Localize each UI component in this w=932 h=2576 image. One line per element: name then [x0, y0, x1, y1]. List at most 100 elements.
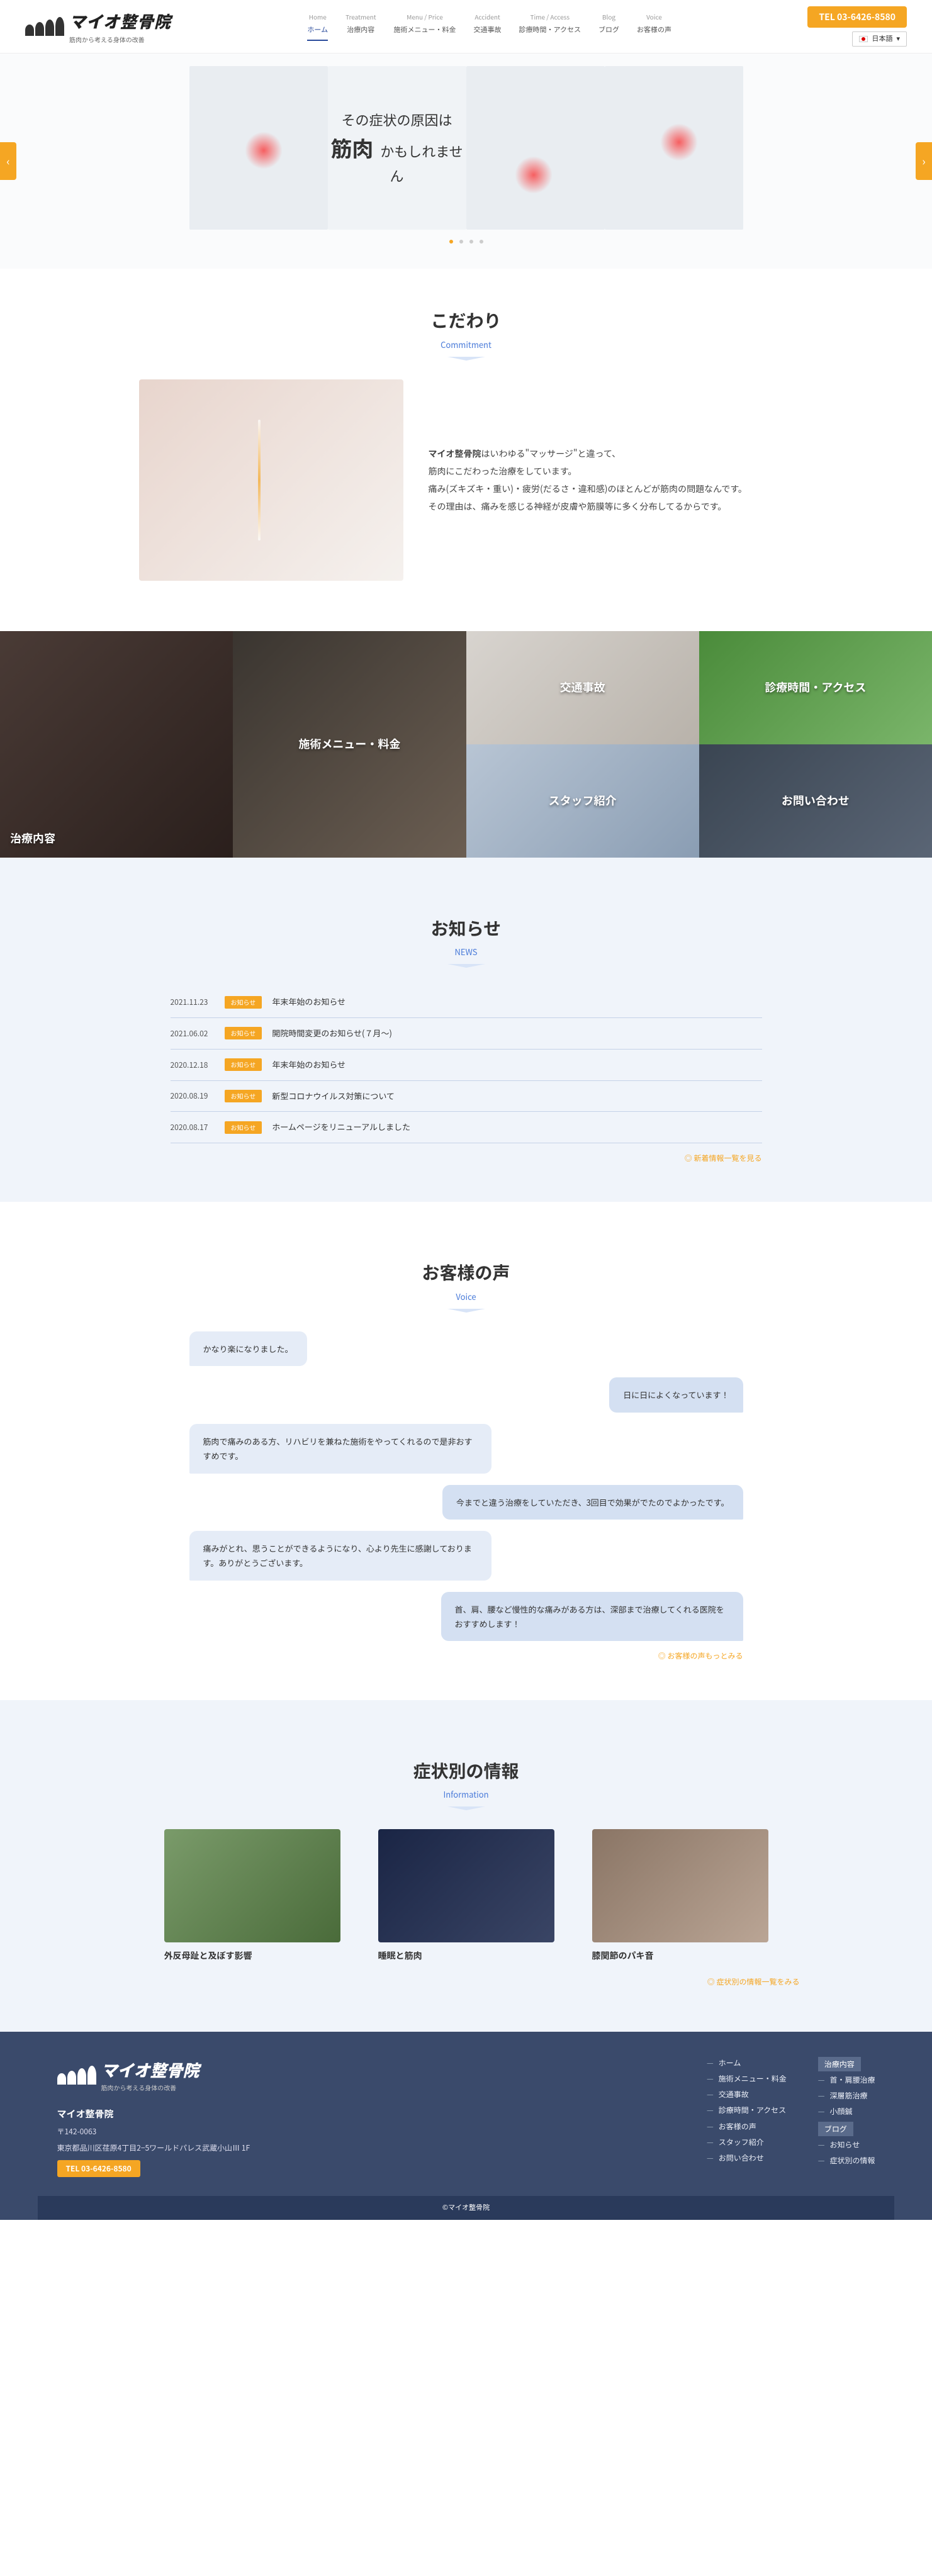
- news-item[interactable]: 2021.11.23 お知らせ 年末年始のお知らせ: [171, 987, 762, 1018]
- nav-menu-price[interactable]: Menu / Price施術メニュー・料金: [394, 12, 456, 41]
- footer-link[interactable]: 交通事故: [707, 2088, 787, 2100]
- news-more-link[interactable]: 新着情報一覧を見る: [693, 1153, 761, 1163]
- footer-heading: 治療内容: [818, 2057, 861, 2071]
- section-heading-en: NEWS: [0, 946, 932, 959]
- footer-link[interactable]: スタッフ紹介: [707, 2136, 787, 2148]
- news-item[interactable]: 2020.08.17 お知らせ ホームページをリニューアルしました: [171, 1112, 762, 1143]
- hero-image-knee: [189, 66, 328, 230]
- section-heading: お知らせ: [0, 914, 932, 943]
- nav-time-access[interactable]: Time / Access診療時間・アクセス: [519, 12, 581, 41]
- logo[interactable]: マイオ整骨院 筋肉から考える身体の改善: [25, 8, 171, 45]
- footer-zip: 〒142-0063: [57, 2125, 682, 2137]
- main-nav: Homeホーム Treatment治療内容 Menu / Price施術メニュー…: [307, 12, 671, 41]
- header-right: TEL 03-6426-8580 日本語 ▾: [807, 6, 907, 47]
- voice-bubble: 痛みがとれ、思うことができるようになり、心より先生に感謝しております。ありがとう…: [189, 1531, 491, 1581]
- hero-dot[interactable]: [459, 240, 463, 244]
- news-tag: お知らせ: [225, 1121, 262, 1134]
- info-card[interactable]: 膝関節のパキ音: [592, 1829, 768, 1963]
- nav-blog[interactable]: Blogブログ: [598, 12, 619, 41]
- commitment-title: こだわり Commitment: [0, 269, 932, 379]
- hero-dot[interactable]: [469, 240, 473, 244]
- info-card[interactable]: 外反母趾と及ぼす影響: [164, 1829, 340, 1963]
- footer-link[interactable]: 深層筋治療: [818, 2090, 875, 2102]
- language-select[interactable]: 日本語 ▾: [852, 31, 907, 47]
- voice-bubble: 日に日によくなっています！: [609, 1377, 743, 1412]
- logo-evolution-icon: [57, 2066, 96, 2085]
- copyright: ©マイオ整骨院: [38, 2196, 894, 2220]
- flag-japan-icon: [859, 36, 868, 42]
- footer-link[interactable]: 小顔鍼: [818, 2105, 875, 2117]
- footer-link[interactable]: 施術メニュー・料金: [707, 2073, 787, 2085]
- info-card-title: 睡眠と筋肉: [378, 1949, 554, 1963]
- news-section: お知らせ NEWS 2021.11.23 お知らせ 年末年始のお知らせ2021.…: [0, 858, 932, 1202]
- news-item[interactable]: 2020.08.19 お知らせ 新型コロナウイルス対策について: [171, 1081, 762, 1112]
- news-tag: お知らせ: [225, 996, 262, 1009]
- hero-image-back: [466, 66, 605, 230]
- footer-address: 東京都品川区荏原4丁目2−5ワールドパレス武蔵小山Ⅲ 1F: [57, 2142, 682, 2154]
- info-card-title: 外反母趾と及ぼす影響: [164, 1949, 340, 1963]
- commitment-text: マイオ整骨院はいわゆる"マッサージ"と違って、 筋肉にこだわった治療をしています…: [429, 445, 794, 515]
- nav-accident[interactable]: Accident交通事故: [474, 12, 502, 41]
- section-heading-en: Voice: [0, 1291, 932, 1304]
- footer-link[interactable]: お客様の声: [707, 2120, 787, 2132]
- footer-link[interactable]: お問い合わせ: [707, 2152, 787, 2164]
- header: マイオ整骨院 筋肉から考える身体の改善 Homeホーム Treatment治療内…: [0, 0, 932, 53]
- info-section: 症状別の情報 Information 外反母趾と及ぼす影響 睡眠と筋肉 膝関節の…: [0, 1700, 932, 2032]
- news-item[interactable]: 2021.06.02 お知らせ 開院時間変更のお知らせ(７月〜): [171, 1018, 762, 1050]
- nav-home[interactable]: Homeホーム: [307, 12, 328, 41]
- hero-dot[interactable]: [480, 240, 483, 244]
- info-card-image: [164, 1829, 340, 1942]
- section-heading: こだわり: [0, 306, 932, 335]
- hero-dot[interactable]: [449, 240, 453, 244]
- footer-tel-button[interactable]: TEL 03-6426-8580: [57, 2160, 140, 2177]
- footer-link[interactable]: 首・肩腰治療: [818, 2074, 875, 2086]
- feature-time-access[interactable]: 診療時間・アクセス: [699, 631, 932, 744]
- hero-caption: その症状の原因は 筋肉 かもしれません: [328, 66, 466, 230]
- footer-link[interactable]: お知らせ: [818, 2139, 875, 2151]
- info-more-link[interactable]: 症状別の情報一覧をみる: [716, 1976, 799, 1987]
- voice-bubble: 今までと違う治療をしていただき、3回目で効果がでたのでよかったです。: [442, 1485, 743, 1520]
- logo-evolution-icon: [25, 17, 64, 36]
- news-tag: お知らせ: [225, 1058, 262, 1071]
- voice-bubble: 首、肩、腰など慢性的な痛みがある方は、深部まで治療してくれる医院をおすすめします…: [441, 1592, 743, 1642]
- news-date: 2020.08.17: [171, 1121, 215, 1133]
- feature-grid: 治療内容 施術メニュー・料金 交通事故 診療時間・アクセス スタッフ紹介 お問い…: [0, 631, 932, 858]
- language-label: 日本語: [872, 33, 892, 45]
- feature-contact[interactable]: お問い合わせ: [699, 744, 932, 858]
- voice-bubble: かなり楽になりました。: [189, 1331, 307, 1366]
- nav-treatment[interactable]: Treatment治療内容: [345, 12, 376, 41]
- feature-menu-price[interactable]: 施術メニュー・料金: [233, 631, 466, 858]
- news-title: 開院時間変更のお知らせ(７月〜): [272, 1027, 392, 1040]
- feature-treatment[interactable]: 治療内容: [0, 631, 233, 858]
- hero-big: 筋肉: [330, 132, 373, 163]
- footer-logo-title: マイオ整骨院: [101, 2057, 199, 2083]
- footer-clinic-name: マイオ整骨院: [57, 2107, 682, 2122]
- logo-title: マイオ整骨院: [69, 8, 171, 35]
- nav-voice[interactable]: Voiceお客様の声: [637, 12, 671, 41]
- hero-image-shoulder: [605, 66, 743, 230]
- section-heading: 症状別の情報: [0, 1757, 932, 1785]
- voice-section: お客様の声 Voice かなり楽になりました。日に日によくなっています！筋肉で痛…: [0, 1202, 932, 1700]
- hero-prev-button[interactable]: ‹: [0, 142, 16, 180]
- footer-link[interactable]: ホーム: [707, 2057, 787, 2069]
- hero-next-button[interactable]: ›: [916, 142, 932, 180]
- footer-link[interactable]: 症状別の情報: [818, 2154, 875, 2166]
- news-date: 2021.06.02: [171, 1028, 215, 1039]
- hero-line1: その症状の原因は: [328, 109, 466, 131]
- voice-more-link[interactable]: お客様の声もっとみる: [667, 1650, 743, 1661]
- footer-link[interactable]: 診療時間・アクセス: [707, 2104, 787, 2116]
- info-card-title: 膝関節のパキ音: [592, 1949, 768, 1963]
- logo-subtitle: 筋肉から考える身体の改善: [69, 35, 171, 45]
- info-card-image: [378, 1829, 554, 1942]
- footer-logo-sub: 筋肉から考える身体の改善: [101, 2083, 199, 2093]
- hero-dots: [0, 240, 932, 244]
- tel-button[interactable]: TEL 03-6426-8580: [807, 6, 907, 28]
- commitment-image: [139, 379, 403, 581]
- commitment-block: マイオ整骨院はいわゆる"マッサージ"と違って、 筋肉にこだわった治療をしています…: [120, 379, 812, 581]
- feature-accident[interactable]: 交通事故: [466, 631, 699, 744]
- news-item[interactable]: 2020.12.18 お知らせ 年末年始のお知らせ: [171, 1050, 762, 1081]
- info-card[interactable]: 睡眠と筋肉: [378, 1829, 554, 1963]
- news-tag: お知らせ: [225, 1090, 262, 1102]
- hero-after: かもしれません: [377, 141, 463, 186]
- feature-staff[interactable]: スタッフ紹介: [466, 744, 699, 858]
